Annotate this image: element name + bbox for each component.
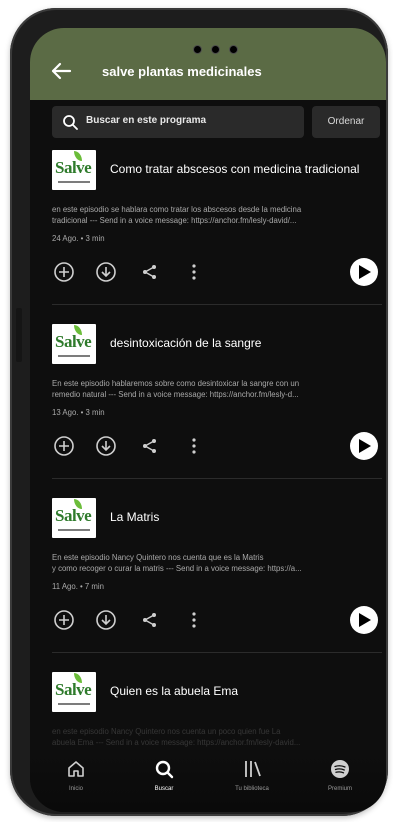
home-icon [68, 761, 84, 777]
more-options-icon[interactable] [182, 608, 206, 632]
thumbnail-subline [58, 529, 90, 531]
camera-dot [211, 45, 220, 54]
episode-description: en este episodio se hablara como tratar … [52, 204, 382, 226]
spotify-icon [331, 760, 349, 778]
episode-meta: 11 Ago. • 7 min [52, 582, 104, 591]
camera-dot [229, 45, 238, 54]
play-button[interactable] [350, 258, 378, 286]
description-line: y como recoger o curar la matris --- Sen… [52, 564, 302, 573]
nav-item-library[interactable]: Tu biblioteca [216, 758, 288, 806]
play-icon [359, 265, 371, 279]
thumbnail-logo: Salve [55, 680, 92, 699]
description-line: abuela Ema --- Send in a voice message: … [52, 738, 301, 747]
episode-title[interactable]: desintoxicación de la sangre [110, 336, 374, 350]
add-icon[interactable] [52, 608, 76, 632]
share-icon[interactable] [138, 434, 162, 458]
description-line: tradicional --- Send in a voice message:… [52, 216, 297, 225]
nav-label: Buscar [154, 786, 174, 792]
play-icon [359, 439, 371, 453]
search-icon [63, 115, 78, 130]
download-icon[interactable] [94, 608, 118, 632]
app-screen: salve plantas medicinales Buscar en este… [30, 28, 386, 812]
thumbnail-logo: Salve [55, 158, 92, 177]
order-button[interactable]: Ordenar [312, 106, 380, 138]
nav-label: Premium [327, 786, 352, 792]
podcast-thumbnail: Salve [52, 324, 96, 364]
more-options-icon[interactable] [182, 260, 206, 284]
divider [52, 652, 382, 653]
back-arrow-icon[interactable] [48, 58, 74, 84]
play-button[interactable] [350, 606, 378, 634]
page-title: salve plantas medicinales [102, 64, 262, 79]
episode-item[interactable]: Salve Como tratar abscesos con medicina … [30, 150, 386, 326]
library-icon [245, 761, 261, 777]
description-line: en este episodio se hablara como tratar … [52, 205, 302, 214]
phone-frame: salve plantas medicinales Buscar en este… [10, 8, 388, 816]
thumbnail-logo: Salve [55, 332, 92, 351]
thumbnail-subline [58, 181, 90, 183]
podcast-thumbnail: Salve [52, 672, 96, 712]
bottom-nav: Inicio Buscar Tu biblioteca Premium [30, 752, 386, 812]
thumbnail-logo: Salve [55, 506, 92, 525]
episode-description: en este episodio Nancy Quintero nos cuen… [52, 726, 382, 748]
download-icon[interactable] [94, 260, 118, 284]
description-line: en este episodio Nancy Quintero nos cuen… [52, 727, 281, 736]
episode-meta: 13 Ago. • 3 min [52, 408, 105, 417]
divider [52, 304, 382, 305]
episode-actions [52, 606, 382, 638]
nav-label: Inicio [68, 786, 83, 792]
add-icon[interactable] [52, 434, 76, 458]
episode-actions [52, 432, 382, 464]
episode-title[interactable]: Quien es la abuela Ema [110, 684, 374, 698]
search-input[interactable]: Buscar en este programa [52, 106, 304, 138]
nav-item-home[interactable]: Inicio [40, 758, 112, 806]
thumbnail-subline [58, 703, 90, 705]
episode-item[interactable]: Salve La Matris En este episodio Nancy Q… [30, 498, 386, 674]
podcast-thumbnail: Salve [52, 498, 96, 538]
podcast-thumbnail: Salve [52, 150, 96, 190]
episode-description: En este episodio hablaremos sobre como d… [52, 378, 382, 400]
add-icon[interactable] [52, 260, 76, 284]
nav-item-premium[interactable]: Premium [304, 758, 376, 806]
search-icon [155, 760, 174, 779]
nav-label: Tu biblioteca [235, 786, 269, 792]
episode-title[interactable]: La Matris [110, 510, 374, 524]
episode-meta: 24 Ago. • 3 min [52, 234, 105, 243]
nav-item-search[interactable]: Buscar [128, 758, 200, 806]
description-line: En este episodio Nancy Quintero nos cuen… [52, 553, 264, 562]
share-icon[interactable] [138, 260, 162, 284]
header-bar: salve plantas medicinales [30, 28, 386, 100]
thumbnail-subline [58, 355, 90, 357]
episode-title[interactable]: Como tratar abscesos con medicina tradic… [110, 162, 374, 176]
description-line: remedio natural --- Send in a voice mess… [52, 390, 299, 399]
camera-dot [193, 45, 202, 54]
side-button [16, 308, 22, 362]
download-icon[interactable] [94, 434, 118, 458]
search-placeholder: Buscar en este programa [86, 115, 207, 126]
divider [52, 478, 382, 479]
share-icon[interactable] [138, 608, 162, 632]
episode-description: En este episodio Nancy Quintero nos cuen… [52, 552, 382, 574]
more-options-icon[interactable] [182, 434, 206, 458]
play-button[interactable] [350, 432, 378, 460]
description-line: En este episodio hablaremos sobre como d… [52, 379, 300, 388]
play-icon [359, 613, 371, 627]
episode-actions [52, 258, 382, 290]
episode-item[interactable]: Salve desintoxicación de la sangre En es… [30, 324, 386, 500]
